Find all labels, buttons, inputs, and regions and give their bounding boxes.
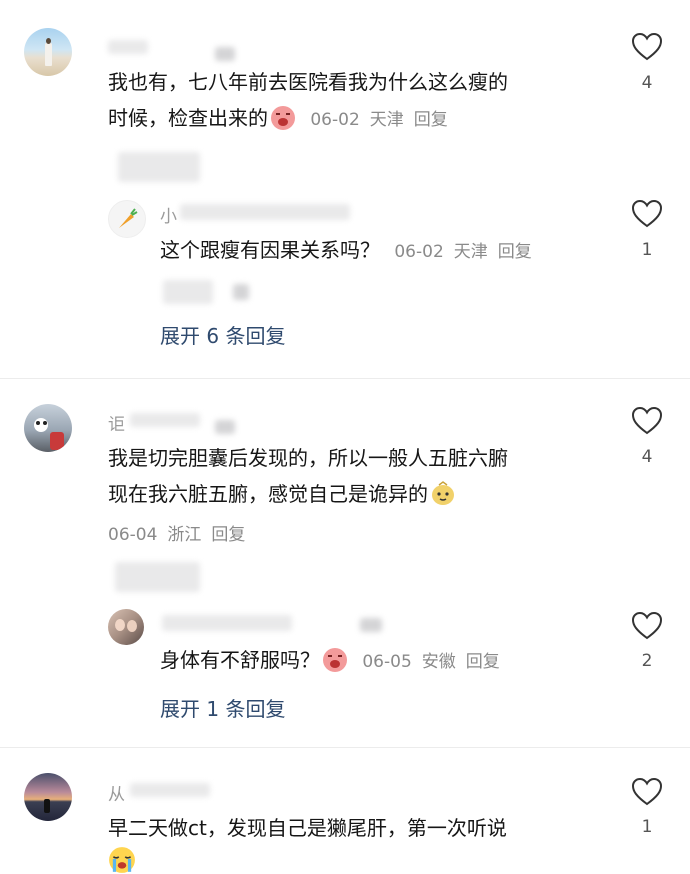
reply-text: 身体有不舒服吗？ 06-05 安徽 回复 (160, 648, 500, 672)
comment-date: 06-04 (108, 525, 158, 545)
blurred-area (118, 152, 200, 182)
reply-button[interactable]: 回复 (498, 242, 532, 262)
weird-face-icon (432, 481, 454, 505)
reply-username: 小 (160, 207, 177, 227)
comment-text: 我也有，七八年前去医院看我为什么这么瘦的 时候，检查出来的 06-02 天津 回复 (108, 70, 508, 130)
divider (0, 378, 690, 379)
username-blurred (360, 618, 382, 632)
comment-location: 天津 (369, 110, 404, 130)
blurred-area (115, 562, 200, 592)
comment-date: 06-05 (362, 652, 412, 672)
comment-username: 讵 (108, 415, 125, 435)
comment-date: 06-02 (310, 110, 360, 130)
sobbing-face-icon (109, 847, 135, 873)
crying-face-icon (271, 106, 295, 130)
crying-face-icon (323, 648, 347, 672)
like-heart-icon[interactable] (632, 612, 662, 640)
username-blurred (215, 47, 235, 61)
username-blurred (180, 204, 350, 220)
reply-button[interactable]: 回复 (466, 652, 500, 672)
like-heart-icon[interactable] (632, 407, 662, 435)
like-count: 1 (641, 817, 653, 837)
avatar[interactable] (24, 773, 72, 821)
comment-username: 从 (108, 785, 125, 805)
comment-location: 天津 (453, 242, 488, 262)
avatar[interactable] (108, 200, 146, 238)
comment-text: 我是切完胆囊后发现的，所以一般人五脏六腑 现在我六脏五腑，感觉自己是诡异的 (108, 446, 508, 506)
comment-location: 安徽 (421, 652, 456, 672)
like-heart-icon[interactable] (632, 200, 662, 228)
like-count: 4 (641, 447, 653, 467)
comment-date: 06-02 (394, 242, 444, 262)
comment-location: 浙江 (167, 525, 202, 545)
avatar[interactable] (24, 28, 72, 76)
comment-meta: 06-04 浙江 回复 (108, 520, 255, 545)
like-heart-icon[interactable] (632, 33, 662, 61)
username-blurred (130, 413, 200, 427)
reply-button[interactable]: 回复 (414, 110, 448, 130)
username-blurred (108, 40, 148, 54)
expand-replies-link[interactable]: 展开 6 条回复 (160, 320, 285, 349)
avatar[interactable] (24, 404, 72, 452)
like-count: 2 (641, 651, 653, 671)
expand-replies-link[interactable]: 展开 1 条回复 (160, 693, 285, 722)
blurred-area (233, 284, 249, 300)
blurred-area (163, 280, 213, 304)
reply-text: 这个跟瘦有因果关系吗？ 06-02 天津 回复 (160, 238, 532, 262)
avatar[interactable] (108, 609, 144, 645)
username-blurred (215, 420, 235, 434)
username-blurred (130, 783, 210, 797)
carrot-icon (119, 208, 138, 228)
like-count: 4 (641, 73, 653, 93)
username-blurred (162, 615, 292, 631)
like-heart-icon[interactable] (632, 778, 662, 806)
like-count: 1 (641, 240, 653, 260)
reply-button[interactable]: 回复 (211, 525, 245, 545)
comment-text: 早二天做ct，发现自己是獭尾肝，第一次听说 (108, 816, 507, 840)
divider (0, 747, 690, 748)
